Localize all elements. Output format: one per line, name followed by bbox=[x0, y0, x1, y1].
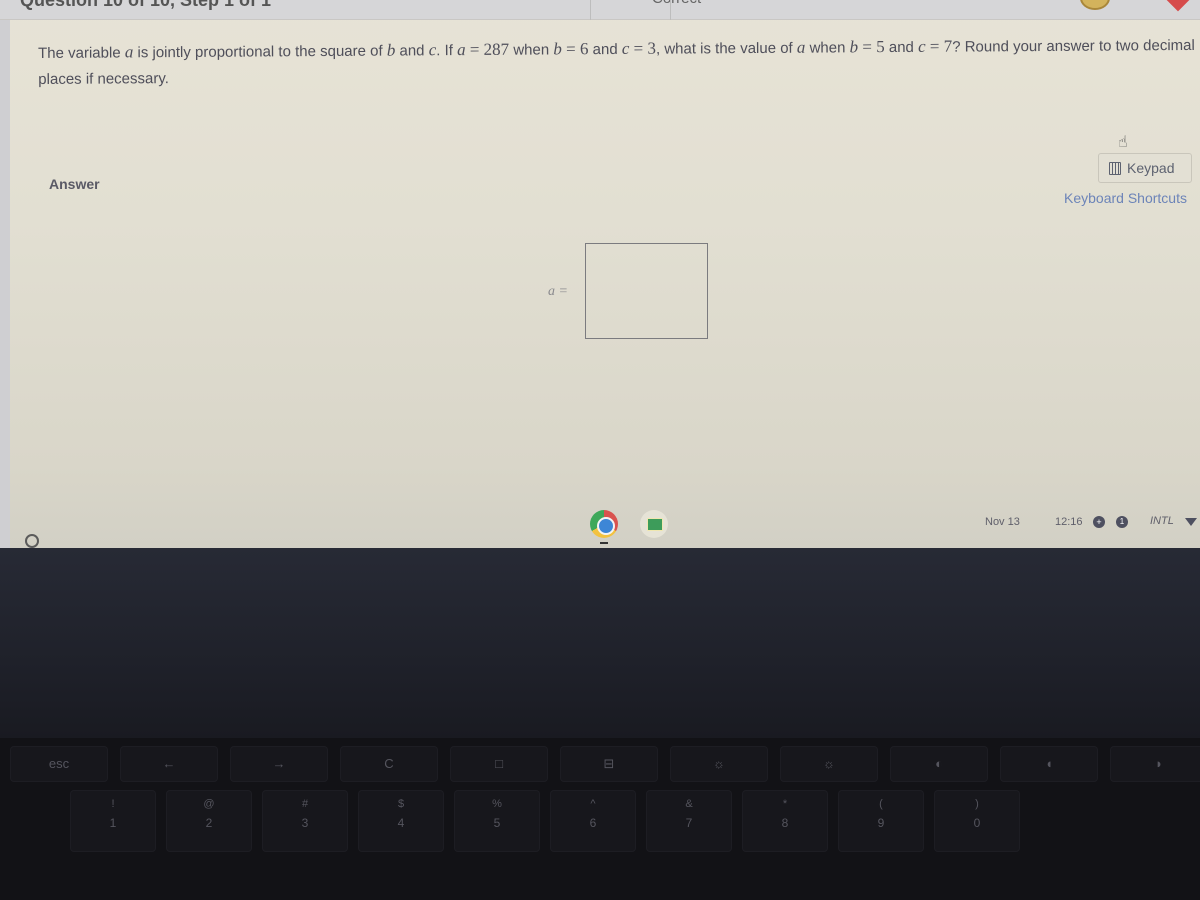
math-expression: = 3 bbox=[629, 38, 657, 58]
number-key: $4 bbox=[358, 790, 444, 852]
number-key: ! 1 bbox=[70, 790, 156, 852]
key-shift-label: # bbox=[301, 798, 309, 810]
chrome-icon[interactable] bbox=[590, 510, 618, 538]
number-key: ^ 6 bbox=[550, 790, 636, 852]
key-label: 0 bbox=[973, 816, 981, 830]
function-key: ◗ bbox=[1110, 746, 1200, 782]
question-header: Question 10 of 10, Step 1 of 1 Correct bbox=[0, 0, 1200, 20]
function-key: ☼ bbox=[670, 746, 768, 782]
key-label: ◗ bbox=[1155, 756, 1163, 771]
number-key: (9 bbox=[838, 790, 924, 852]
divider bbox=[590, 0, 591, 20]
key-label: 1 bbox=[109, 816, 117, 830]
key-shift-label: % bbox=[492, 798, 502, 810]
status-label: Correct bbox=[652, 0, 701, 7]
math-expression: = 5 bbox=[858, 37, 885, 57]
math-variable: b bbox=[849, 37, 859, 57]
question-text-fragment: when bbox=[509, 41, 554, 59]
key-label: ◖ bbox=[1045, 756, 1053, 771]
number-key: @2 bbox=[166, 790, 252, 852]
question-text-fragment: when bbox=[805, 39, 850, 57]
classroom-icon[interactable] bbox=[640, 510, 668, 538]
function-key: → bbox=[230, 746, 328, 782]
equation-label: a = bbox=[548, 284, 568, 299]
key-label: 7 bbox=[685, 816, 693, 830]
math-expression: = 7 bbox=[925, 36, 953, 56]
number-key: * 8 bbox=[742, 790, 828, 852]
key-label: 8 bbox=[781, 816, 789, 830]
question-text-fragment: The variable bbox=[38, 44, 125, 62]
key-shift-label: $ bbox=[397, 798, 405, 810]
function-key: esc bbox=[10, 746, 108, 782]
function-key: ☼ bbox=[780, 746, 878, 782]
key-label: 9 bbox=[877, 816, 885, 830]
physical-keyboard: esc ← → C □ ⊟ ☼ ☼ ◐ ◖ ◗! 1 @2 #3 $4% 5 ^ 6 & 7 * 8(9) 0 bbox=[0, 738, 1200, 900]
divider bbox=[670, 0, 671, 20]
math-variable: b bbox=[553, 39, 562, 59]
math-variable: c bbox=[917, 36, 926, 56]
hand-pointer-icon: ☝ bbox=[1118, 134, 1128, 151]
key-label: 3 bbox=[301, 816, 309, 830]
function-key: ← bbox=[120, 746, 218, 782]
key-shift-label: ( bbox=[879, 798, 883, 810]
number-key: ) 0 bbox=[934, 790, 1020, 852]
heart-icon[interactable] bbox=[1166, 0, 1190, 12]
question-text-fragment: and bbox=[588, 40, 622, 59]
question-text-fragment: and bbox=[884, 38, 919, 57]
function-key: ◖ bbox=[1000, 746, 1098, 782]
time-label[interactable]: 12:16 bbox=[1055, 516, 1083, 528]
function-key: ◐ bbox=[890, 746, 988, 782]
key-label: ⊟ bbox=[603, 756, 615, 771]
question-text-fragment: is jointly proportional to the square of bbox=[133, 42, 387, 62]
keypad-button[interactable]: Keypad bbox=[1098, 153, 1192, 183]
number-key: #3 bbox=[262, 790, 348, 852]
number-key: & 7 bbox=[646, 790, 732, 852]
math-expression: = 6 bbox=[561, 39, 589, 59]
screen: Question 10 of 10, Step 1 of 1 Correct T… bbox=[0, 0, 1200, 548]
function-key: □ bbox=[450, 746, 548, 782]
wifi-icon[interactable] bbox=[1185, 518, 1197, 526]
input-method-label[interactable]: INTL bbox=[1150, 515, 1174, 527]
math-expression: = 287 bbox=[465, 39, 510, 60]
key-shift-label: ) bbox=[975, 798, 979, 810]
question-text-fragment: and bbox=[395, 42, 429, 60]
key-shift-label: * bbox=[782, 798, 788, 810]
key-label: □ bbox=[495, 756, 503, 771]
launcher-icon[interactable] bbox=[25, 534, 39, 548]
question-text-fragment: . If bbox=[436, 42, 458, 60]
key-label: ◐ bbox=[935, 756, 943, 771]
function-key: C bbox=[340, 746, 438, 782]
answer-label: Answer bbox=[49, 176, 100, 192]
key-label: 2 bbox=[205, 816, 213, 830]
laptop-bezel bbox=[0, 548, 1200, 738]
keyboard-shortcuts-link[interactable]: Keyboard Shortcuts bbox=[1064, 190, 1187, 206]
key-label: ☼ bbox=[713, 756, 725, 771]
notification-badge[interactable]: 1 bbox=[1116, 516, 1128, 528]
key-label: esc bbox=[48, 756, 70, 771]
key-label: 5 bbox=[493, 816, 501, 830]
answer-input[interactable] bbox=[585, 243, 708, 339]
key-label: → bbox=[272, 756, 286, 771]
key-label: 6 bbox=[589, 816, 597, 830]
key-shift-label: ^ bbox=[590, 798, 596, 810]
function-key: ⊟ bbox=[560, 746, 658, 782]
keypad-label: Keypad bbox=[1127, 160, 1175, 176]
add-icon[interactable]: + bbox=[1093, 516, 1105, 528]
key-shift-label: @ bbox=[203, 798, 215, 810]
question-text: The variable a is jointly proportional t… bbox=[38, 32, 1198, 93]
key-label: 4 bbox=[397, 816, 405, 830]
date-label[interactable]: Nov 13 bbox=[985, 516, 1020, 528]
number-key: % 5 bbox=[454, 790, 540, 852]
key-label: C bbox=[384, 756, 394, 771]
coin-icon[interactable] bbox=[1080, 0, 1110, 10]
key-shift-label: ! bbox=[111, 798, 115, 810]
key-label: ☼ bbox=[823, 756, 835, 771]
running-indicator bbox=[600, 542, 608, 544]
key-label: ← bbox=[162, 756, 176, 771]
key-shift-label: & bbox=[685, 798, 693, 810]
calculator-icon bbox=[1109, 161, 1121, 175]
question-title: Question 10 of 10, Step 1 of 1 bbox=[20, 0, 272, 10]
question-text-fragment: , what is the value of bbox=[655, 39, 797, 58]
sidebar-edge bbox=[0, 20, 10, 548]
